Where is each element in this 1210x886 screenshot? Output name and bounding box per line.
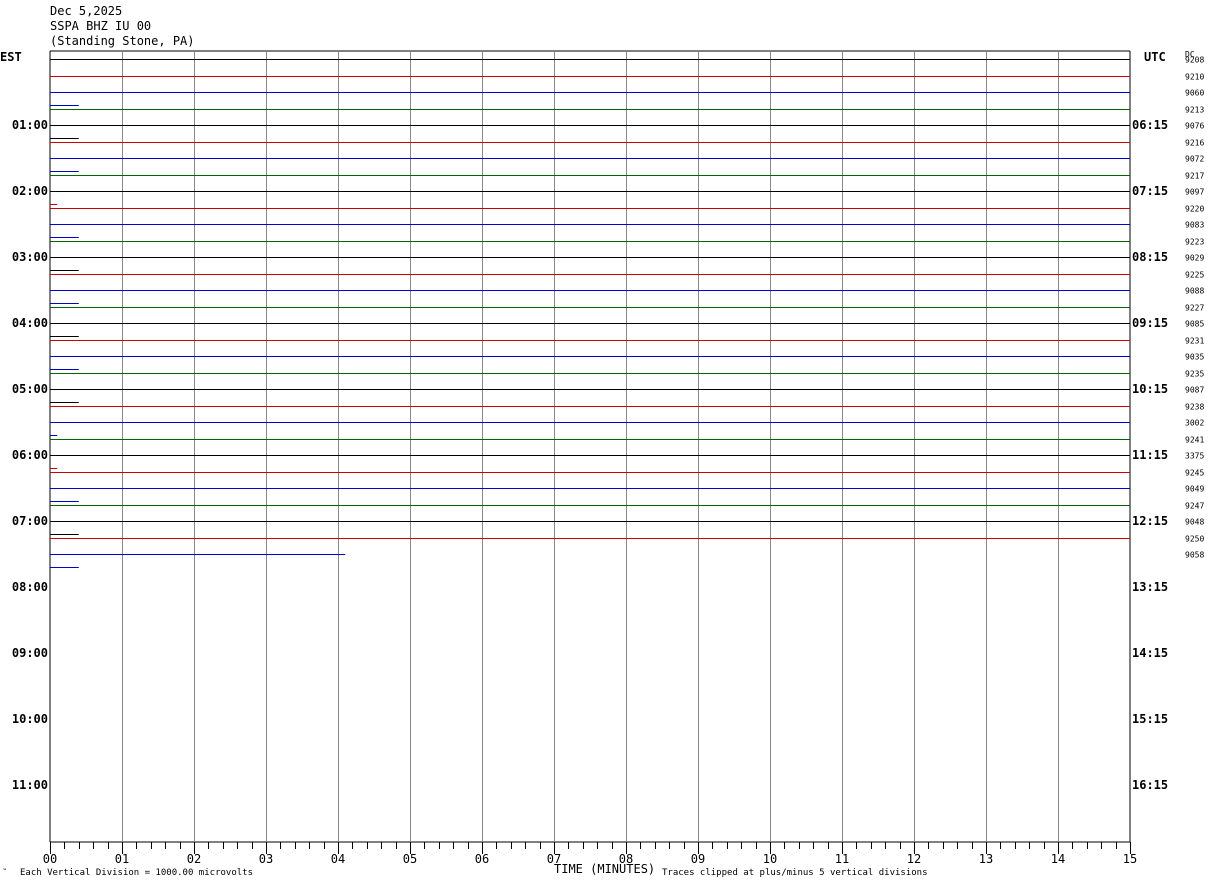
- x-tick-label: 11: [835, 852, 849, 866]
- est-hour-label: 04:00: [12, 316, 48, 330]
- x-tick-label: 13: [979, 852, 993, 866]
- utc-hour-label: 13:15: [1132, 580, 1168, 594]
- clip-note: Traces clipped at plus/minus 5 vertical …: [662, 868, 928, 878]
- dc-offset-label: 9231: [1185, 337, 1204, 346]
- x-tick-label: 01: [115, 852, 129, 866]
- dc-offset-label: 9076: [1185, 122, 1204, 131]
- x-tick-label: 15: [1123, 852, 1137, 866]
- dc-offset-label: 9035: [1185, 353, 1204, 362]
- dc-offset-label: 9227: [1185, 304, 1204, 313]
- est-hour-label: 05:00: [12, 382, 48, 396]
- x-tick-label: 03: [259, 852, 273, 866]
- dc-offset-label: 9087: [1185, 386, 1204, 395]
- dc-offset-label: 9235: [1185, 370, 1204, 379]
- utc-hour-label: 11:15: [1132, 448, 1168, 462]
- utc-hour-label: 16:15: [1132, 778, 1168, 792]
- est-hour-label: 10:00: [12, 712, 48, 726]
- est-hour-label: 11:00: [12, 778, 48, 792]
- utc-hour-label: 15:15: [1132, 712, 1168, 726]
- dc-offset-label: 9238: [1185, 403, 1204, 412]
- x-axis-title: TIME (MINUTES): [554, 862, 656, 876]
- utc-hour-label: 10:15: [1132, 382, 1168, 396]
- dc-offset-label: 9250: [1185, 535, 1204, 544]
- x-tick-label: 09: [691, 852, 705, 866]
- dc-offset-label: 9083: [1185, 221, 1204, 230]
- dc-offset-label: 9097: [1185, 188, 1204, 197]
- x-tick-label: 05: [403, 852, 417, 866]
- utc-hour-label: 09:15: [1132, 316, 1168, 330]
- est-hour-label: 08:00: [12, 580, 48, 594]
- dc-offset-label: 9223: [1185, 238, 1204, 247]
- x-tick-label: 10: [763, 852, 777, 866]
- dc-offset-label: 9208: [1185, 56, 1204, 65]
- est-hour-label: 07:00: [12, 514, 48, 528]
- x-tick-label: 02: [187, 852, 201, 866]
- utc-hour-label: 12:15: [1132, 514, 1168, 528]
- dc-offset-label: 9247: [1185, 502, 1204, 511]
- dc-offset-label: 9220: [1185, 205, 1204, 214]
- dc-offset-label: 9058: [1185, 551, 1204, 560]
- dc-offset-label: 9048: [1185, 518, 1204, 527]
- est-hour-label: 06:00: [12, 448, 48, 462]
- dc-offset-label: 9216: [1185, 139, 1204, 148]
- est-hour-label: 09:00: [12, 646, 48, 660]
- est-hour-label: 03:00: [12, 250, 48, 264]
- dc-offset-label: 9049: [1185, 485, 1204, 494]
- dc-offset-label: 9072: [1185, 155, 1204, 164]
- est-hour-label: 02:00: [12, 184, 48, 198]
- x-tick-label: 14: [1051, 852, 1065, 866]
- utc-hour-label: 08:15: [1132, 250, 1168, 264]
- dc-offset-label: 9213: [1185, 106, 1204, 115]
- utc-hour-label: 07:15: [1132, 184, 1168, 198]
- utc-hour-label: 14:15: [1132, 646, 1168, 660]
- x-tick-label: 06: [475, 852, 489, 866]
- x-tick-label: 00: [43, 852, 57, 866]
- dc-offset-label: 9217: [1185, 172, 1204, 181]
- est-axis-label: EST: [0, 50, 22, 64]
- est-hour-label: 01:00: [12, 118, 48, 132]
- dc-offset-label: 9245: [1185, 469, 1204, 478]
- seismogram-plot: 00 01 02 03 04 05 06 07 08 09 10 11 12 13 14 15EST UTC DC…: [0, 50, 1204, 866]
- utc-hour-label: 06:15: [1132, 118, 1168, 132]
- dc-offset-label: 9210: [1185, 73, 1204, 82]
- dc-offset-label: 3375: [1185, 452, 1204, 461]
- x-tick-label: 12: [907, 852, 921, 866]
- dc-offset-label: 3002: [1185, 419, 1204, 428]
- dc-offset-label: 9085: [1185, 320, 1204, 329]
- x-tick-label: 04: [331, 852, 345, 866]
- dc-offset-label: 9060: [1185, 89, 1204, 98]
- scale-note: Each Vertical Division = 1000.00 microvo…: [20, 868, 253, 878]
- dc-offset-label: 9241: [1185, 436, 1204, 445]
- utc-axis-label: UTC: [1144, 50, 1166, 64]
- corner-mark: ‶: [2, 868, 8, 878]
- dc-offset-label: 9029: [1185, 254, 1204, 263]
- dc-offset-label: 9088: [1185, 287, 1204, 296]
- dc-offset-label: 9225: [1185, 271, 1204, 280]
